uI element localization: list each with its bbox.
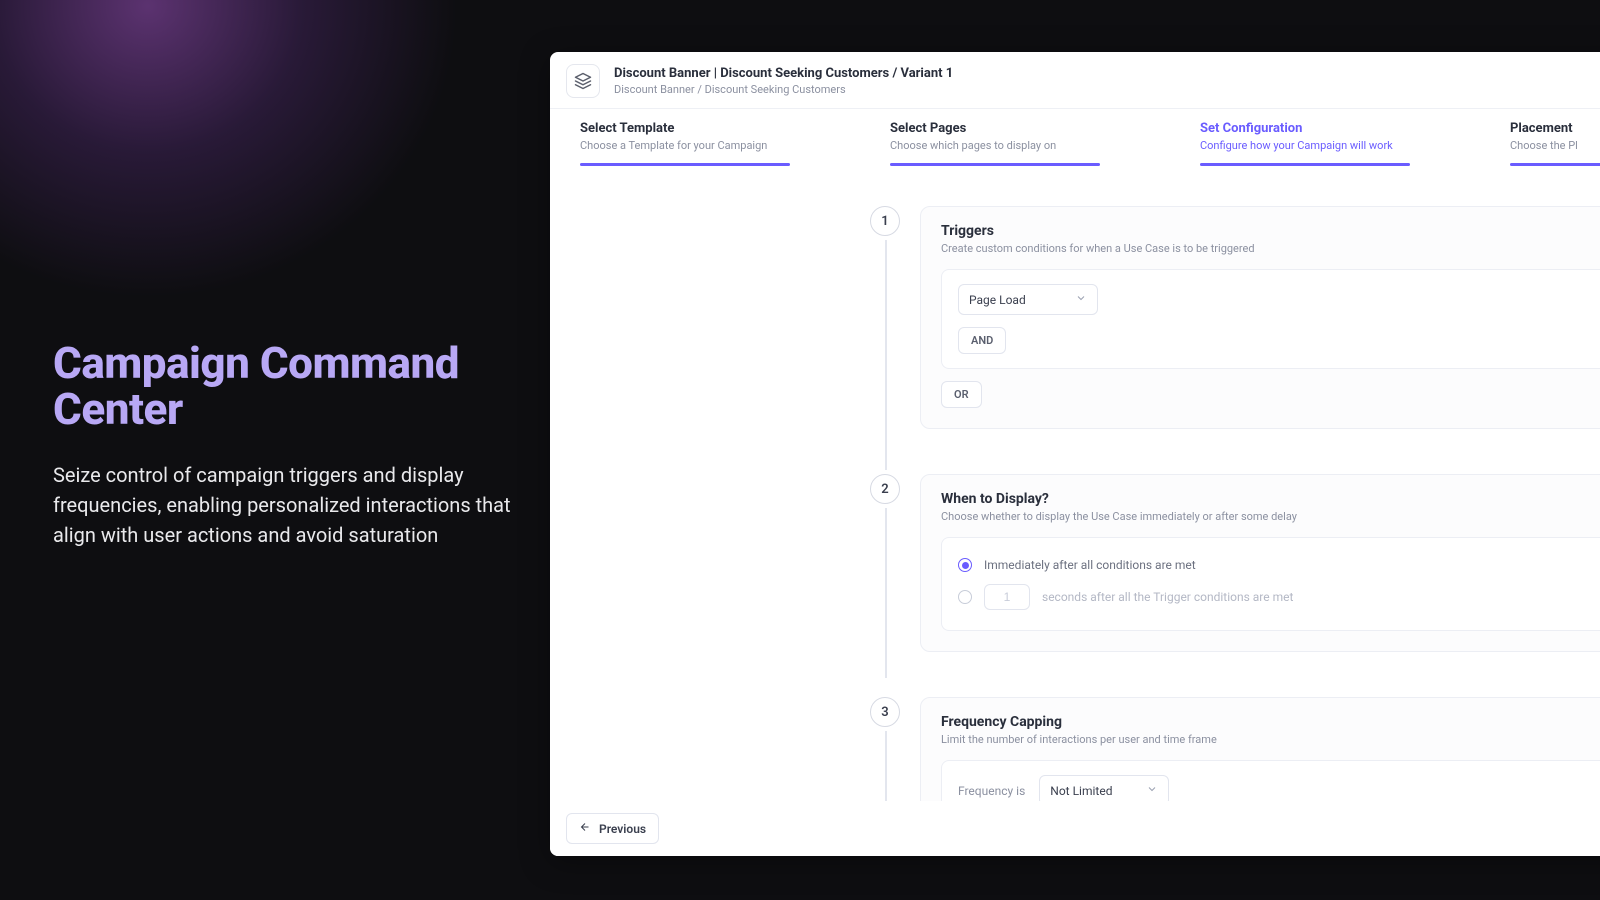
connector-line — [885, 240, 887, 470]
page-title: Discount Banner | Discount Seeking Custo… — [614, 66, 953, 81]
config-body: 1 Triggers Create custom conditions for … — [550, 166, 1600, 842]
and-condition-button[interactable]: AND — [958, 327, 1006, 354]
section-triggers: 1 Triggers Create custom conditions for … — [550, 206, 1600, 429]
marketing-subcopy: Seize control of campaign triggers and d… — [53, 460, 513, 550]
freq-title: Frequency Capping — [941, 714, 1600, 730]
frequency-label: Frequency is — [958, 784, 1025, 798]
step-title: Select Pages — [890, 121, 1100, 136]
step-title: Select Template — [580, 121, 790, 136]
step-set-configuration[interactable]: Set Configuration Configure how your Cam… — [1200, 121, 1410, 166]
select-value: Page Load — [969, 293, 1026, 307]
step-sub: Configure how your Campaign will work — [1200, 139, 1410, 152]
connector-line — [885, 508, 887, 678]
button-label: Previous — [599, 822, 646, 836]
app-header: Discount Banner | Discount Seeking Custo… — [550, 52, 1600, 108]
option-label: seconds after all the Trigger conditions… — [1042, 590, 1293, 604]
marketing-copy: Campaign Command Center Seize control of… — [53, 340, 513, 550]
step-number-3: 3 — [870, 697, 900, 727]
step-select-template[interactable]: Select Template Choose a Template for yo… — [580, 121, 790, 166]
breadcrumb: Discount Banner / Discount Seeking Custo… — [614, 83, 953, 96]
step-number-2: 2 — [870, 474, 900, 504]
triggers-title: Triggers — [941, 223, 1600, 239]
marketing-headline: Campaign Command Center — [53, 340, 513, 432]
layers-icon — [566, 64, 600, 98]
step-sub: Choose a Template for your Campaign — [580, 139, 790, 152]
step-title: Set Configuration — [1200, 121, 1410, 136]
option-label: Immediately after all conditions are met — [984, 558, 1196, 572]
freq-sub: Limit the number of interactions per use… — [941, 733, 1600, 746]
or-condition-button[interactable]: OR — [941, 381, 982, 408]
delay-seconds-input[interactable] — [984, 584, 1030, 610]
chevron-down-icon — [1075, 292, 1087, 307]
radio-icon — [958, 558, 972, 572]
previous-button[interactable]: Previous — [566, 813, 659, 844]
section-when-to-display: 2 When to Display? Choose whether to dis… — [550, 474, 1600, 652]
trigger-event-select[interactable]: Page Load — [958, 284, 1098, 315]
step-number-1: 1 — [870, 206, 900, 236]
step-placement[interactable]: Placement Choose the Pl — [1510, 121, 1600, 166]
stepper: Select Template Choose a Template for yo… — [550, 108, 1600, 166]
display-delay-option[interactable]: seconds after all the Trigger conditions… — [958, 578, 1600, 616]
display-immediate-option[interactable]: Immediately after all conditions are met — [958, 552, 1600, 578]
arrow-left-icon — [579, 821, 591, 836]
select-value: Not Limited — [1050, 784, 1112, 798]
step-sub: Choose which pages to display on — [890, 139, 1100, 152]
radio-icon — [958, 590, 972, 604]
step-select-pages[interactable]: Select Pages Choose which pages to displ… — [890, 121, 1100, 166]
when-title: When to Display? — [941, 491, 1600, 507]
when-sub: Choose whether to display the Use Case i… — [941, 510, 1600, 523]
step-title: Placement — [1510, 121, 1600, 136]
triggers-sub: Create custom conditions for when a Use … — [941, 242, 1600, 255]
step-sub: Choose the Pl — [1510, 139, 1600, 152]
background-glow — [0, 0, 460, 300]
app-panel: Discount Banner | Discount Seeking Custo… — [550, 52, 1600, 856]
footer-bar: Previous — [550, 801, 1600, 856]
chevron-down-icon — [1146, 783, 1158, 798]
